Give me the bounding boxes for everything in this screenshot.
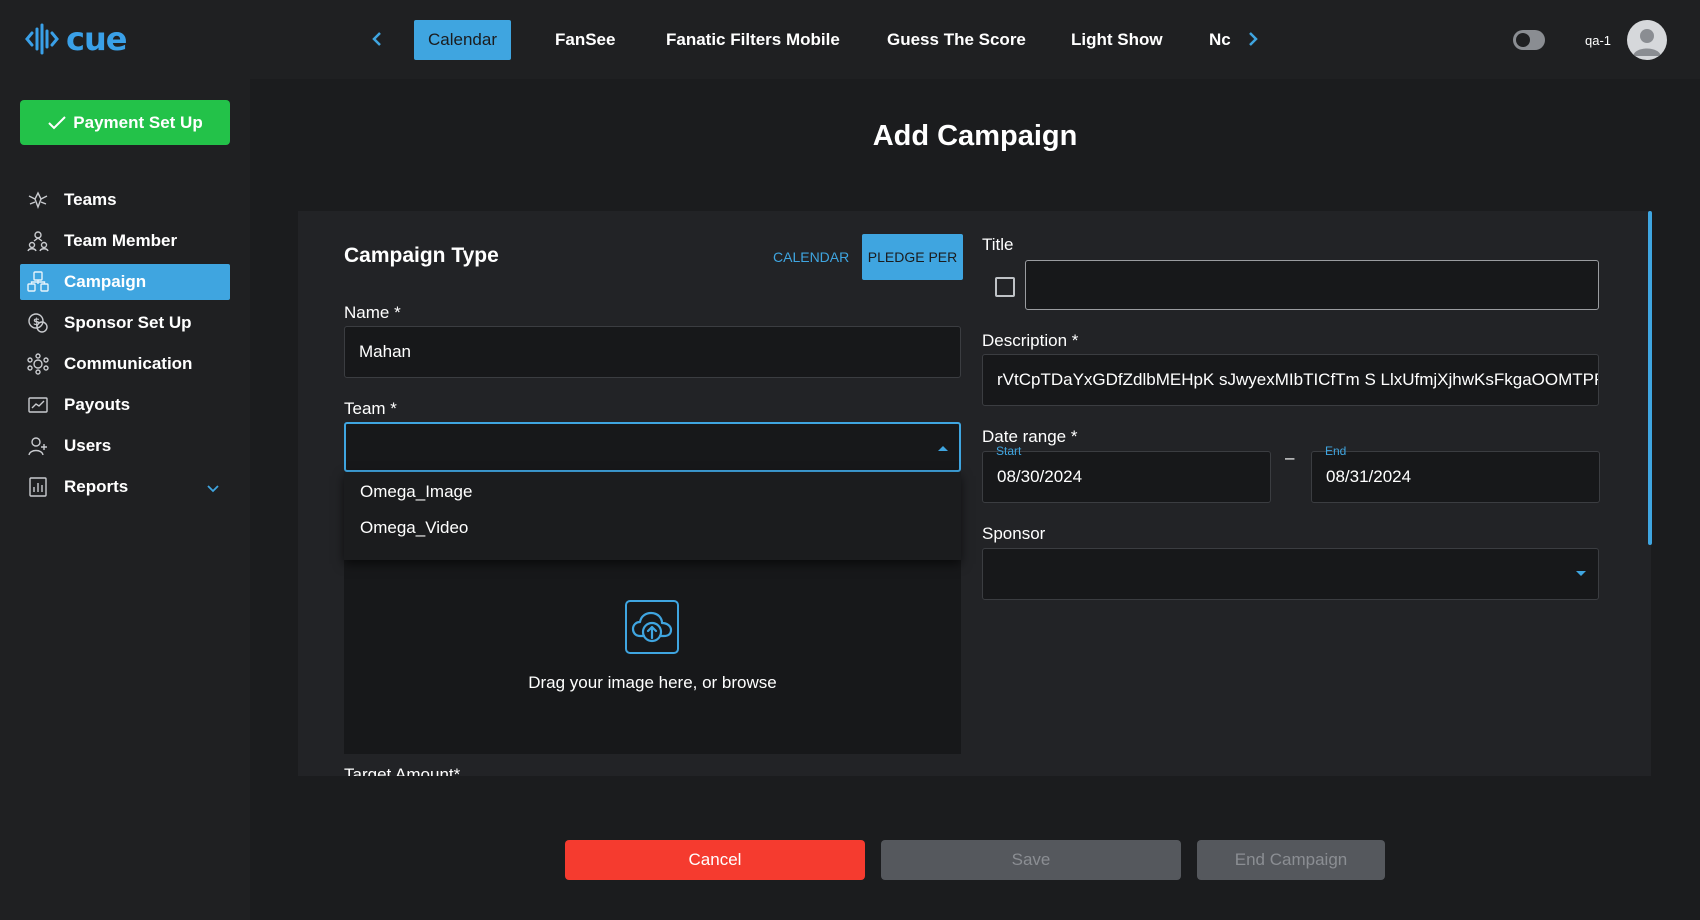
- communication-icon: [24, 353, 52, 375]
- tab-calendar[interactable]: Calendar: [414, 20, 511, 60]
- sidebar-item-users[interactable]: Users: [20, 428, 230, 464]
- teams-icon: [24, 189, 52, 211]
- save-button[interactable]: Save: [881, 840, 1181, 880]
- theme-toggle-icon[interactable]: [1513, 30, 1545, 50]
- sidebar-item-payouts[interactable]: Payouts: [20, 387, 230, 423]
- end-date-input[interactable]: 08/31/2024: [1311, 451, 1600, 503]
- team-select[interactable]: [344, 422, 961, 472]
- sidebar-item-campaign[interactable]: Campaign: [20, 264, 230, 300]
- check-icon: [48, 115, 66, 129]
- team-label: Team *: [344, 399, 397, 418]
- target-amount-label: Target Amount*: [344, 765, 461, 776]
- top-nav-bar: cue Calendar FanSee Fanatic Filters Mobi…: [0, 0, 1700, 79]
- cue-logo[interactable]: cue: [24, 20, 127, 58]
- upload-instructions: Drag your image here, or browse: [528, 673, 777, 692]
- sidebar-item-label: Reports: [64, 477, 129, 496]
- name-label: Name *: [344, 303, 401, 322]
- caret-down-icon[interactable]: [1576, 571, 1586, 576]
- tab-guess-the-score[interactable]: Guess The Score: [887, 20, 1026, 60]
- toggle-knob: [1516, 33, 1530, 47]
- tab-fanatic-filters-mobile[interactable]: Fanatic Filters Mobile: [666, 20, 840, 60]
- title-input[interactable]: [1025, 260, 1599, 310]
- start-date-label: Start: [996, 444, 1022, 458]
- page-title: Add Campaign: [872, 120, 1078, 152]
- team-member-icon: [24, 230, 52, 252]
- start-date-input[interactable]: 08/30/2024: [982, 451, 1271, 503]
- cancel-button[interactable]: Cancel: [565, 840, 865, 880]
- sidebar-item-teams[interactable]: Teams: [20, 182, 230, 218]
- chevron-right-icon[interactable]: [1241, 26, 1265, 52]
- cloud-upload-icon[interactable]: [625, 600, 679, 654]
- sidebar-item-label: Campaign: [64, 272, 147, 291]
- title-label: Title: [982, 235, 1014, 254]
- end-campaign-button[interactable]: End Campaign: [1197, 840, 1385, 880]
- team-option-omega-video[interactable]: Omega_Video: [360, 518, 468, 538]
- sponsor-icon: $: [24, 312, 52, 334]
- date-range-separator: –: [1285, 448, 1295, 467]
- team-option-omega-image[interactable]: Omega_Image: [360, 482, 472, 502]
- campaign-type-pledge-per-button[interactable]: PLEDGE PER: [862, 234, 963, 280]
- sidebar-item-reports[interactable]: Reports: [20, 469, 230, 505]
- sidebar-item-team-member[interactable]: Team Member: [20, 223, 230, 259]
- name-input[interactable]: Mahan: [344, 326, 961, 378]
- description-label: Description *: [982, 331, 1079, 350]
- form-scrollbar[interactable]: [1648, 211, 1652, 545]
- team-dropdown-menu: Omega_Image Omega_Video: [344, 472, 961, 560]
- sidebar-item-sponsor-setup[interactable]: $ Sponsor Set Up: [20, 305, 230, 341]
- image-upload-dropzone[interactable]: Drag your image here, or browse: [344, 560, 961, 754]
- users-icon: [24, 435, 52, 457]
- sponsor-label: Sponsor: [982, 524, 1046, 543]
- payment-setup-label: Payment Set Up: [73, 112, 203, 132]
- sidebar-item-label: Teams: [64, 190, 117, 209]
- description-input[interactable]: rVtCpTDaYxGDfZdlbMEHpK sJwyexMIbTICfTm S…: [982, 354, 1599, 406]
- sidebar: Payment Set Up Teams Team Member Campaig…: [0, 79, 250, 920]
- payouts-icon: [24, 394, 52, 416]
- tab-fansee[interactable]: FanSee: [555, 20, 615, 60]
- reports-icon: [24, 476, 52, 498]
- caret-up-icon[interactable]: [938, 446, 948, 451]
- campaign-form-panel: Campaign Type CALENDAR PLEDGE PER Name *…: [298, 211, 1651, 776]
- campaign-icon: [24, 271, 52, 293]
- campaign-type-calendar-button[interactable]: CALENDAR: [773, 234, 849, 280]
- sidebar-item-label: Payouts: [64, 395, 131, 414]
- sidebar-item-label: Team Member: [64, 231, 178, 250]
- payment-setup-button[interactable]: Payment Set Up: [20, 100, 230, 145]
- sidebar-item-label: Users: [64, 436, 112, 455]
- sponsor-select[interactable]: [982, 548, 1599, 600]
- sidebar-item-label: Sponsor Set Up: [64, 313, 192, 332]
- user-avatar-icon[interactable]: [1627, 20, 1667, 60]
- sidebar-item-communication[interactable]: Communication: [20, 346, 230, 382]
- tab-overflow-clip: Nc: [1209, 20, 1235, 60]
- chevron-down-icon[interactable]: [206, 479, 220, 499]
- username: qa-1: [1585, 33, 1612, 48]
- campaign-type-heading: Campaign Type: [344, 244, 499, 267]
- title-checkbox[interactable]: [995, 277, 1015, 297]
- chevron-left-icon[interactable]: [365, 26, 389, 52]
- end-date-label: End: [1325, 444, 1347, 458]
- sidebar-item-label: Communication: [64, 354, 193, 373]
- cue-logo-icon: [25, 23, 59, 55]
- tab-light-show[interactable]: Light Show: [1071, 20, 1163, 60]
- brand-name: cue: [66, 20, 127, 58]
- tab-truncated[interactable]: Nc: [1209, 20, 1231, 60]
